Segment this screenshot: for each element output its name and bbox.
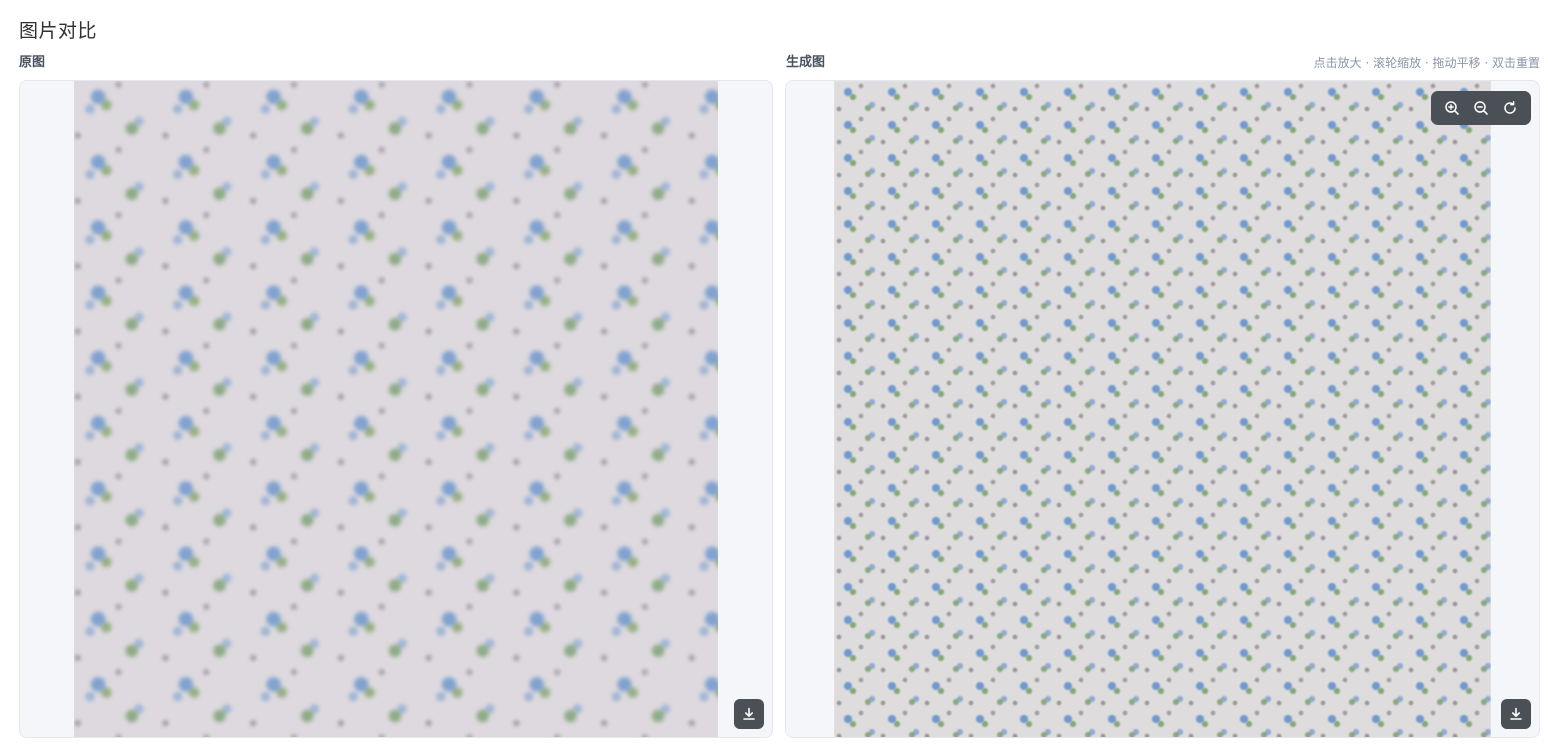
original-download-button[interactable] bbox=[734, 699, 764, 729]
original-image-frame[interactable] bbox=[19, 80, 773, 738]
zoom-out-button[interactable] bbox=[1468, 95, 1494, 121]
reset-icon bbox=[1502, 100, 1518, 116]
interaction-hint: 点击放大 · 滚轮缩放 · 拖动平移 · 双击重置 bbox=[1313, 56, 1540, 70]
download-icon bbox=[1509, 707, 1523, 721]
page-title: 图片对比 bbox=[19, 20, 98, 42]
image-compare-page: 图片对比 原图 生成图 点击放大 · 滚轮缩放 · 拖动平移 · 双击重置 bbox=[0, 0, 1548, 745]
generated-image-content bbox=[834, 81, 1491, 737]
generated-panel-label: 生成图 bbox=[786, 55, 826, 70]
download-icon bbox=[742, 707, 756, 721]
original-image-content bbox=[74, 81, 718, 737]
original-image[interactable] bbox=[74, 81, 718, 737]
zoom-toolbar bbox=[1431, 91, 1531, 125]
generated-download-button[interactable] bbox=[1501, 699, 1531, 729]
zoom-in-button[interactable] bbox=[1439, 95, 1465, 121]
reset-button[interactable] bbox=[1497, 95, 1523, 121]
generated-image[interactable] bbox=[834, 81, 1491, 737]
original-panel-label: 原图 bbox=[19, 55, 46, 70]
zoom-in-icon bbox=[1444, 100, 1460, 116]
generated-image-frame[interactable] bbox=[785, 80, 1540, 738]
zoom-out-icon bbox=[1473, 100, 1489, 116]
